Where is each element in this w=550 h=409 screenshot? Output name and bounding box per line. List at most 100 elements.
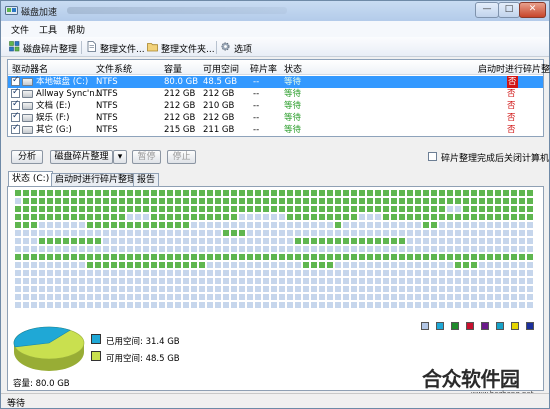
toolbar-file-button[interactable]: 整理文件... bbox=[86, 41, 145, 55]
cluster-block bbox=[271, 238, 277, 244]
cluster-block bbox=[479, 262, 485, 268]
cluster-block bbox=[247, 198, 253, 204]
cluster-block bbox=[23, 214, 29, 220]
cluster-block bbox=[119, 214, 125, 220]
stop-button[interactable]: 停止 bbox=[167, 150, 196, 164]
drive-checkbox[interactable] bbox=[11, 111, 20, 122]
cluster-map bbox=[15, 190, 538, 310]
cluster-block bbox=[103, 198, 109, 204]
cluster-block bbox=[223, 222, 229, 228]
cluster-block bbox=[335, 238, 341, 244]
drive-row[interactable]: 其它 (G:) NTFS 215 GB 211 GB -- 等待 否 bbox=[8, 123, 543, 136]
cluster-block bbox=[95, 254, 101, 260]
cluster-block bbox=[479, 222, 485, 228]
cluster-block bbox=[319, 254, 325, 260]
drive-checkbox[interactable] bbox=[11, 87, 20, 98]
drive-frag: -- bbox=[253, 101, 260, 111]
drive-capacity: 215 GB bbox=[164, 125, 196, 135]
tab-status[interactable]: 状态 (C:) bbox=[8, 171, 54, 187]
cluster-block bbox=[359, 270, 365, 276]
cluster-block bbox=[71, 230, 77, 236]
cluster-block bbox=[47, 198, 53, 204]
cluster-block bbox=[407, 302, 413, 308]
cluster-block bbox=[159, 214, 165, 220]
cluster-block bbox=[15, 278, 21, 284]
defrag-button[interactable]: 磁盘碎片整理 bbox=[50, 150, 113, 164]
drive-capacity: 80.0 GB bbox=[164, 77, 199, 87]
drive-checkbox[interactable] bbox=[11, 99, 20, 110]
cluster-block bbox=[159, 190, 165, 196]
cluster-block bbox=[143, 294, 149, 300]
cluster-block bbox=[287, 246, 293, 252]
cluster-block bbox=[511, 262, 517, 268]
cluster-block bbox=[407, 262, 413, 268]
cluster-block bbox=[471, 262, 477, 268]
column-header-boot[interactable]: 启动时进行碎片整理 bbox=[478, 62, 550, 75]
drive-row[interactable]: 娱乐 (F:) NTFS 212 GB 212 GB -- 等待 否 bbox=[8, 111, 543, 124]
column-header-status[interactable]: 状态 bbox=[284, 62, 302, 75]
disk-usage-pie bbox=[13, 326, 85, 371]
cluster-block bbox=[463, 246, 469, 252]
cluster-block bbox=[47, 254, 53, 260]
cluster-block bbox=[23, 254, 29, 260]
cluster-block bbox=[175, 206, 181, 212]
cluster-block bbox=[63, 294, 69, 300]
cluster-block bbox=[527, 254, 533, 260]
cluster-block bbox=[95, 206, 101, 212]
cluster-block bbox=[455, 222, 461, 228]
pause-button[interactable]: 暂停 bbox=[132, 150, 161, 164]
analyze-button[interactable]: 分析 bbox=[11, 150, 43, 164]
menu-file[interactable]: 文件 bbox=[11, 23, 29, 36]
column-header-name[interactable]: 驱动器名 bbox=[12, 62, 48, 75]
cluster-block bbox=[239, 230, 245, 236]
cluster-block bbox=[159, 294, 165, 300]
toolbar-folder-button[interactable]: 整理文件夹... bbox=[147, 41, 215, 55]
cluster-block bbox=[303, 198, 309, 204]
maximize-button[interactable]: □ bbox=[498, 2, 520, 18]
drive-row[interactable]: Allway Sync'n...NTFS 212 GB 212 GB -- 等待 否 bbox=[8, 87, 543, 100]
tab-boot-defrag[interactable]: 启动时进行碎片整理 bbox=[51, 173, 141, 186]
cluster-block bbox=[367, 198, 373, 204]
cluster-block bbox=[271, 270, 277, 276]
drive-row[interactable]: 本地磁盘 (C:) NTFS 80.0 GB 48.5 GB -- 等待 否 bbox=[8, 75, 543, 88]
cluster-block bbox=[519, 286, 525, 292]
title-bar[interactable]: 磁盘加速 — □ ✕ bbox=[1, 1, 549, 21]
cluster-block bbox=[63, 278, 69, 284]
drive-row[interactable]: 文档 (E:) NTFS 212 GB 210 GB -- 等待 否 bbox=[8, 99, 543, 112]
legend-swatch bbox=[436, 322, 444, 330]
cluster-block bbox=[47, 238, 53, 244]
cluster-block bbox=[295, 214, 301, 220]
tab-report[interactable]: 报告 bbox=[133, 173, 160, 186]
cluster-block bbox=[343, 262, 349, 268]
window-title: 磁盘加速 bbox=[21, 8, 58, 18]
cluster-block bbox=[55, 214, 61, 220]
defrag-dropdown-button[interactable]: ▾ bbox=[113, 150, 127, 164]
cluster-block bbox=[399, 238, 405, 244]
menu-help[interactable]: 帮助 bbox=[67, 23, 85, 36]
drive-checkbox[interactable] bbox=[11, 123, 20, 134]
cluster-block bbox=[151, 230, 157, 236]
cluster-block bbox=[295, 246, 301, 252]
shutdown-checkbox[interactable] bbox=[428, 152, 437, 161]
cluster-block bbox=[319, 222, 325, 228]
drive-checkbox[interactable] bbox=[11, 75, 20, 86]
cluster-block bbox=[319, 230, 325, 236]
cluster-block bbox=[295, 262, 301, 268]
menu-tools[interactable]: 工具 bbox=[39, 23, 57, 36]
column-header-frag[interactable]: 碎片率 bbox=[250, 62, 277, 75]
cluster-block bbox=[295, 294, 301, 300]
cluster-block bbox=[471, 286, 477, 292]
drive-icon bbox=[22, 114, 33, 122]
toolbar-defrag-button[interactable]: 磁盘碎片整理 bbox=[9, 41, 81, 55]
minimize-button[interactable]: — bbox=[475, 2, 499, 18]
gear-icon bbox=[221, 42, 230, 51]
cluster-block bbox=[247, 246, 253, 252]
drive-boot: 否 bbox=[507, 125, 516, 135]
column-header-fs[interactable]: 文件系统 bbox=[96, 62, 132, 75]
close-button[interactable]: ✕ bbox=[519, 2, 546, 18]
toolbar-options-button[interactable]: 选项 bbox=[220, 41, 254, 55]
column-header-capacity[interactable]: 容量 bbox=[164, 62, 182, 75]
column-header-free[interactable]: 可用空间 bbox=[203, 62, 239, 75]
app-icon bbox=[5, 6, 18, 15]
cluster-block bbox=[111, 294, 117, 300]
